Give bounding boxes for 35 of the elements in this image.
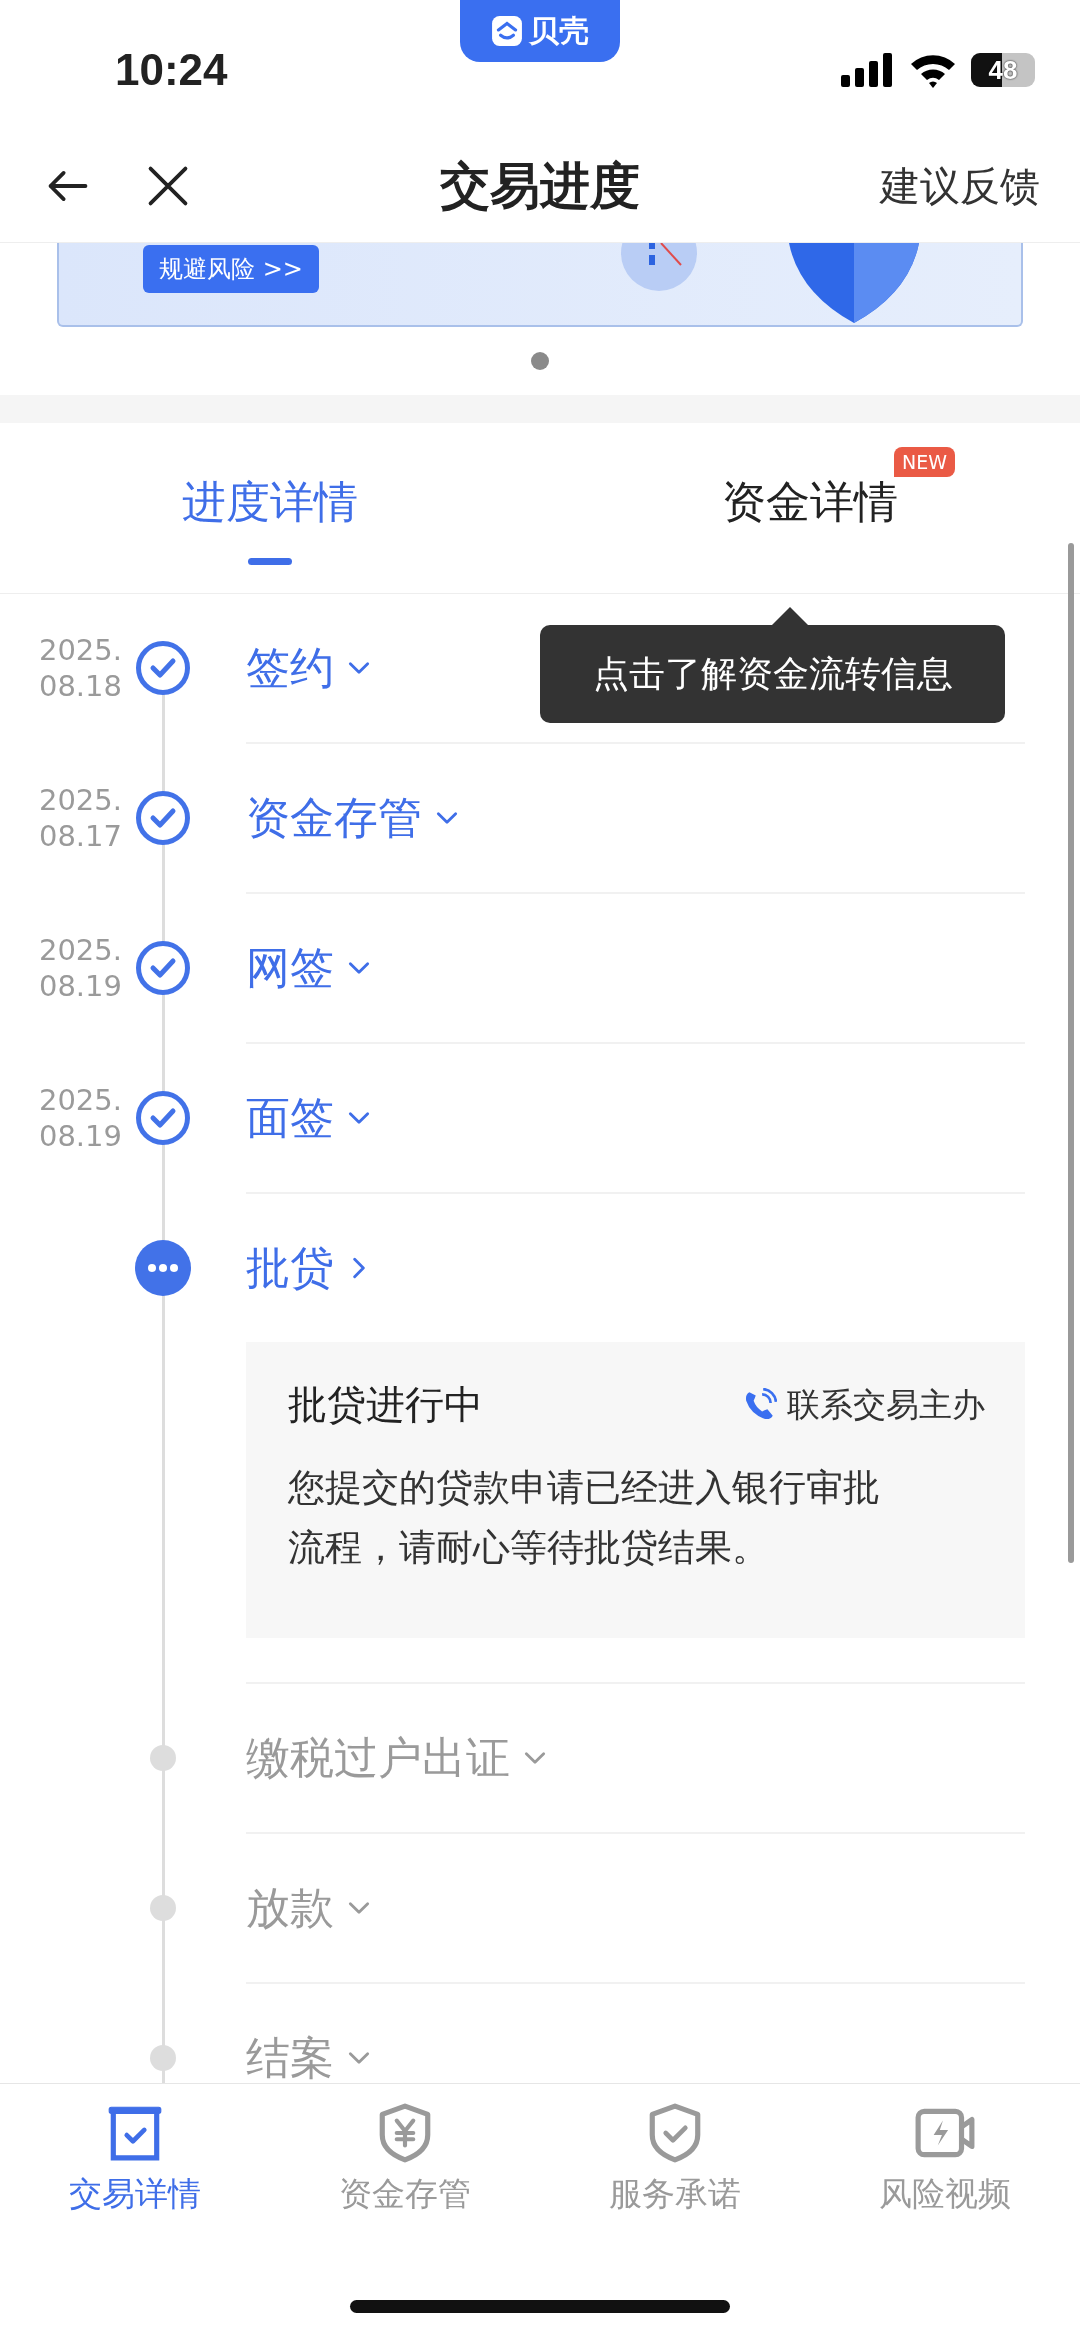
tab[interactable]: 进度详情 <box>0 423 540 593</box>
step-title[interactable]: 结案 <box>246 2028 334 2083</box>
step-title[interactable]: 面签 <box>246 1088 334 1148</box>
carousel-dot <box>531 352 549 370</box>
card-description: 您提交的贷款申请已经进入银行审批流程，请耐心等待批贷结果。 <box>288 1465 881 1571</box>
page-title: 交易进度 <box>440 155 640 217</box>
step-title[interactable]: 签约 <box>246 638 334 698</box>
step-date: 2025. 08.18 <box>38 633 122 703</box>
feedback-link[interactable]: 建议反馈 <box>880 158 1040 214</box>
step-title[interactable]: 网签 <box>246 938 334 998</box>
signal-icon <box>841 53 895 87</box>
new-badge: NEW <box>894 446 955 477</box>
bottom-tab[interactable]: 资金存管 <box>270 2084 540 2217</box>
shield-illustration-icon <box>619 243 919 323</box>
step-title[interactable]: 资金存管 <box>246 788 422 848</box>
card-title: 批贷进行中 <box>288 1381 483 1429</box>
step-date: 2025. 08.19 <box>38 933 122 1003</box>
bottom-tab[interactable]: 风险视频 <box>810 2084 1080 2217</box>
step-title[interactable]: 放款 <box>246 1878 334 1938</box>
banner-card[interactable]: 规避风险 >> <box>57 243 1023 327</box>
phone-icon[interactable] <box>743 1388 777 1422</box>
tab[interactable]: 资金详情 NEW <box>540 423 1080 593</box>
bottom-tab[interactable]: 服务承诺 <box>540 2084 810 2217</box>
step-date: 2025. 08.17 <box>38 783 122 853</box>
tooltip: 点击了解资金流转信息 <box>540 625 1005 723</box>
app-name: 贝壳 <box>529 11 589 50</box>
step-title[interactable]: 缴税过户出证 <box>246 1728 510 1788</box>
contact-link[interactable]: 联系交易主办 <box>787 1382 985 1428</box>
step-date: 2025. 08.19 <box>38 1083 122 1153</box>
wifi-icon <box>909 52 957 88</box>
house-logo-icon <box>491 15 523 47</box>
bottom-tab[interactable]: 交易详情 <box>0 2084 270 2217</box>
clock: 10:24 <box>115 45 228 95</box>
avoid-risk-button[interactable]: 规避风险 >> <box>143 245 319 293</box>
step-title[interactable]: 批贷 <box>246 1238 334 1298</box>
